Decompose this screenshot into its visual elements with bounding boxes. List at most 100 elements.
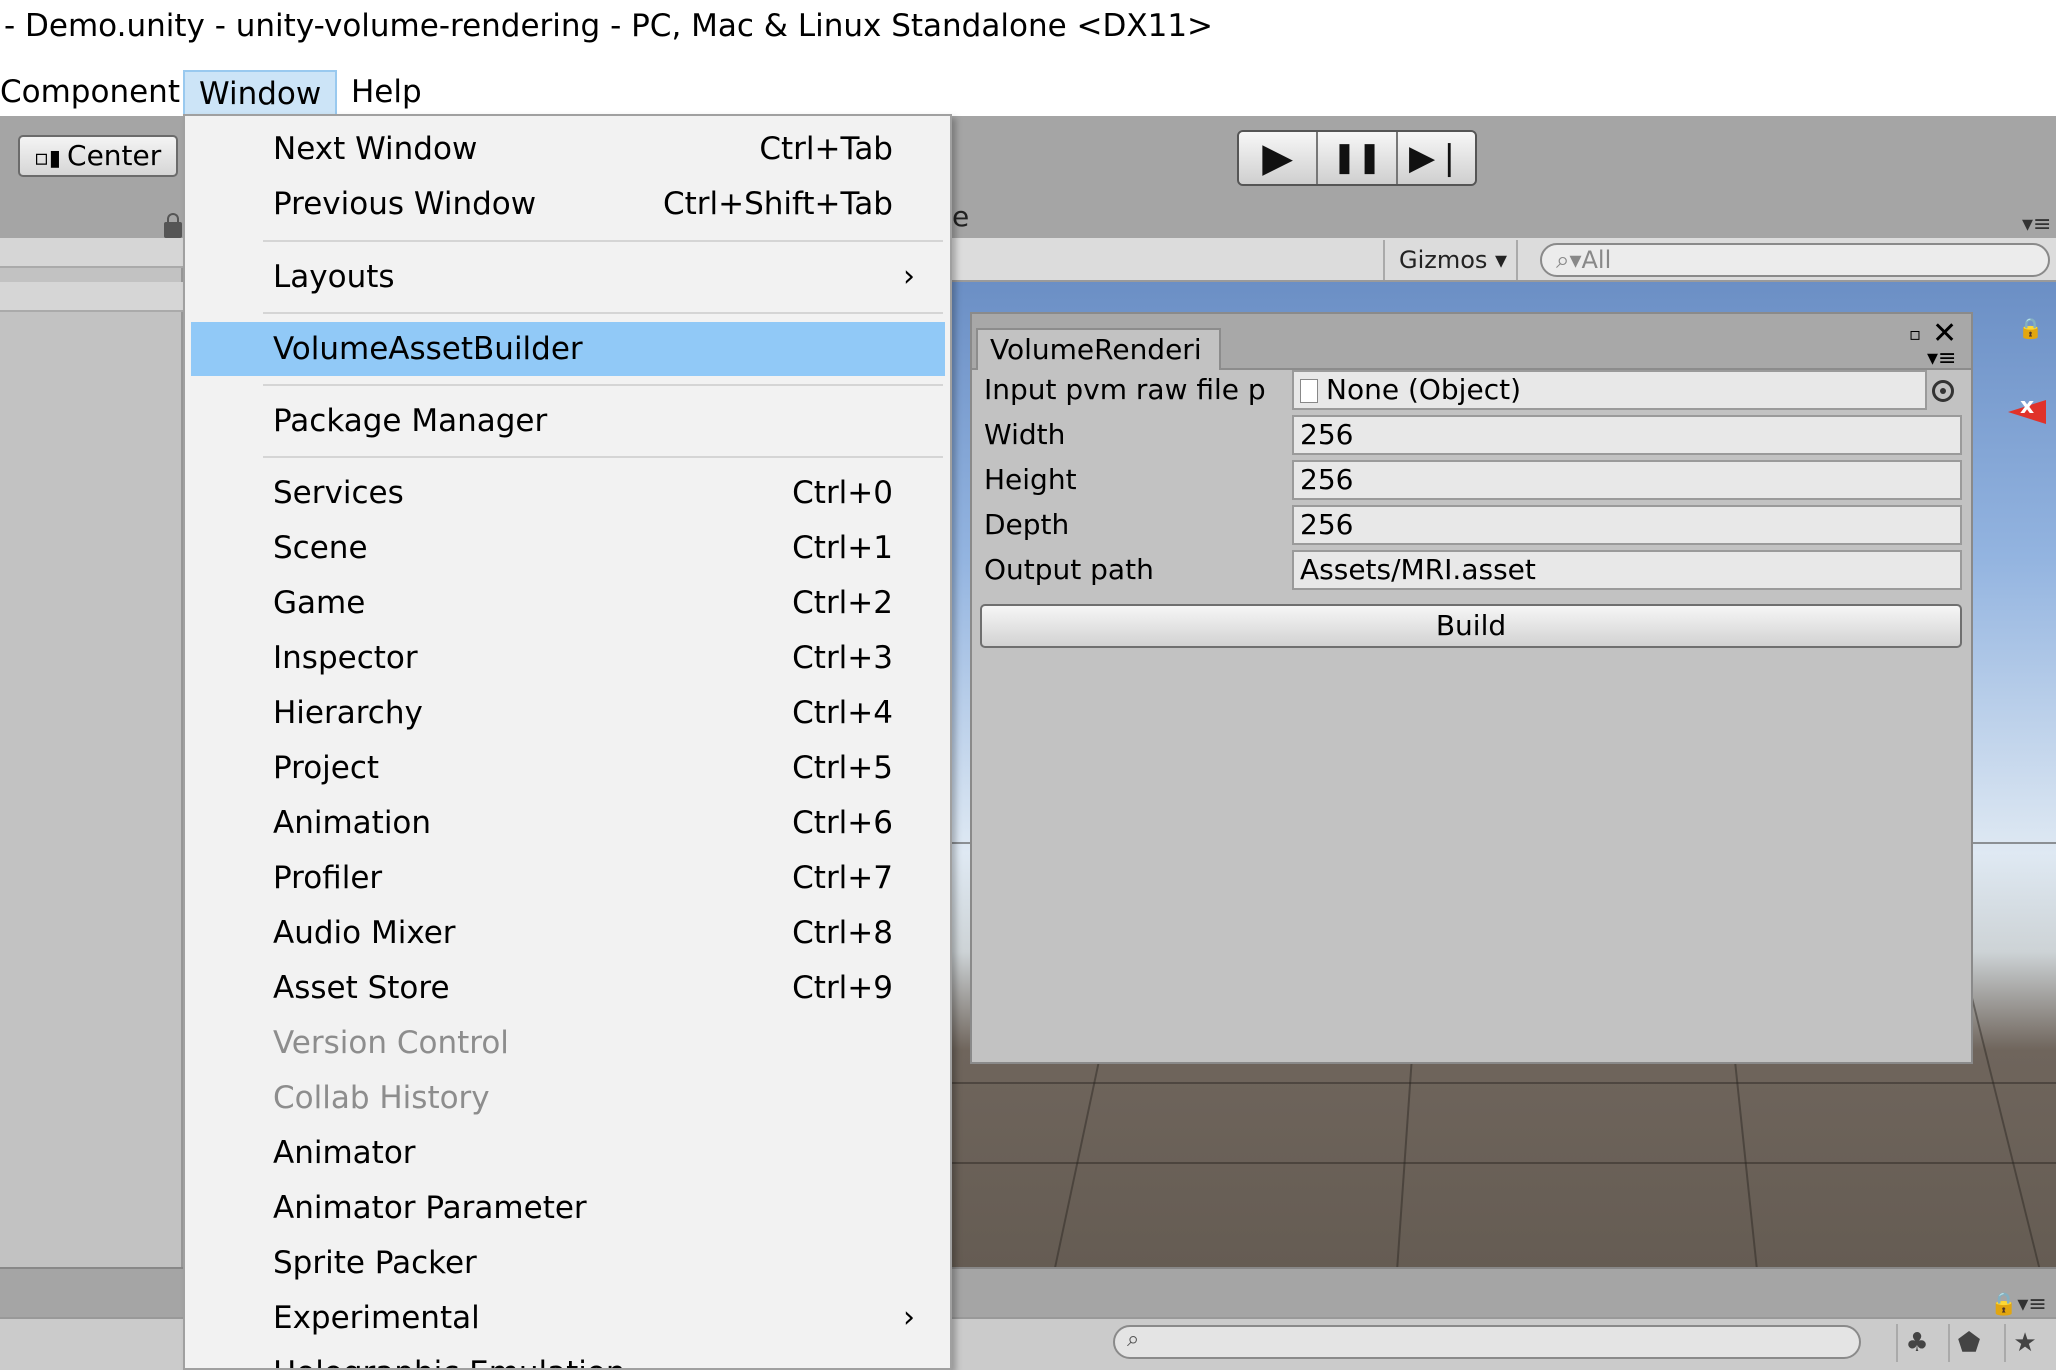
menu-item-shortcut: Ctrl+9: [792, 970, 893, 1006]
depth-field[interactable]: 256: [1292, 505, 1962, 545]
menu-item-layouts[interactable]: Layouts ›: [191, 250, 945, 304]
menu-item-label: Animator: [273, 1135, 416, 1171]
output-path-field[interactable]: Assets/MRI.asset: [1292, 550, 1962, 590]
play-button[interactable]: ▶: [1239, 132, 1319, 184]
search-icon: ⌕▾: [1556, 246, 1582, 274]
volume-asset-builder-window: VolumeRenderi ▫ ✕ ▾≡ Input pvm raw file …: [970, 312, 1973, 1064]
menu-item-shortcut: Ctrl+2: [792, 585, 893, 621]
menu-item-audio-mixer[interactable]: Audio Mixer Ctrl+8: [191, 906, 945, 960]
window-dropdown-menu: Next Window Ctrl+Tab Previous Window Ctr…: [183, 114, 952, 1370]
favorites-star-icon[interactable]: ★: [2004, 1324, 2044, 1362]
menu-item-shortcut: Ctrl+3: [792, 640, 893, 676]
menu-item-shortcut: Ctrl+1: [792, 530, 893, 566]
menu-item-animator[interactable]: Animator: [191, 1126, 945, 1180]
menu-item-animator-parameter[interactable]: Animator Parameter: [191, 1181, 945, 1235]
menu-component[interactable]: Component: [0, 70, 194, 116]
menu-item-label: Inspector: [273, 640, 418, 676]
menu-item-label: Layouts: [273, 259, 395, 295]
menu-item-sprite-packer[interactable]: Sprite Packer: [191, 1236, 945, 1290]
menu-item-previous-window[interactable]: Previous Window Ctrl+Shift+Tab: [191, 177, 945, 231]
menu-item-label: VolumeAssetBuilder: [273, 331, 583, 367]
menu-item-project[interactable]: Project Ctrl+5: [191, 741, 945, 795]
menu-item-label: Experimental: [273, 1300, 480, 1336]
submenu-arrow-icon: ›: [903, 259, 915, 294]
menu-item-services[interactable]: Services Ctrl+0: [191, 466, 945, 520]
menu-item-next-window[interactable]: Next Window Ctrl+Tab: [191, 122, 945, 176]
project-search-input[interactable]: ⌕: [1113, 1325, 1861, 1359]
menu-item-label: Holographic Emulation: [273, 1346, 626, 1368]
menu-window[interactable]: Window: [183, 70, 338, 116]
menu-separator: [263, 312, 943, 314]
menu-item-label: Services: [273, 475, 404, 511]
height-field[interactable]: 256: [1292, 460, 1962, 500]
menu-item-label: Package Manager: [273, 403, 548, 439]
scene-lock-icon[interactable]: 🔒: [2018, 316, 2043, 340]
input-file-label: Input pvm raw file p: [984, 373, 1266, 406]
window-menu-icon[interactable]: ▾≡: [1927, 346, 1956, 371]
menu-item-profiler[interactable]: Profiler Ctrl+7: [191, 851, 945, 905]
menu-item-package-manager[interactable]: Package Manager: [191, 394, 945, 448]
menu-item-label: Profiler: [273, 860, 383, 896]
menu-item-shortcut: Ctrl+Shift+Tab: [662, 186, 893, 222]
output-path-label: Output path: [984, 553, 1154, 586]
menu-item-label: Version Control: [273, 1025, 509, 1061]
menu-item-volume-asset-builder[interactable]: VolumeAssetBuilder: [191, 322, 945, 376]
menu-item-holographic-emulation[interactable]: Holographic Emulation: [191, 1346, 945, 1368]
menu-item-game[interactable]: Game Ctrl+2: [191, 576, 945, 630]
pause-button[interactable]: ❚❚: [1318, 132, 1398, 184]
grid-line: [952, 1082, 2056, 1084]
title-bar: - Demo.unity - unity-volume-rendering - …: [0, 0, 2056, 60]
step-button[interactable]: ▶❘: [1397, 132, 1475, 184]
menu-item-inspector[interactable]: Inspector Ctrl+3: [191, 631, 945, 685]
menu-item-shortcut: Ctrl+8: [792, 915, 893, 951]
hierarchy-row[interactable]: [0, 282, 183, 312]
menu-item-shortcut: Ctrl+4: [792, 695, 893, 731]
menu-separator: [263, 456, 943, 458]
width-label: Width: [984, 418, 1066, 451]
menu-item-label: Animation: [273, 805, 432, 841]
menu-item-shortcut: Ctrl+7: [792, 860, 893, 896]
scene-tab-partial[interactable]: e: [952, 200, 969, 233]
menu-item-label: Game: [273, 585, 366, 621]
menu-item-animation[interactable]: Animation Ctrl+6: [191, 796, 945, 850]
gizmo-x-label: x: [2020, 394, 2035, 419]
panel-menu-icon[interactable]: ▾≡: [2022, 212, 2051, 237]
scene-search-input[interactable]: ⌕▾All: [1540, 243, 2050, 277]
object-picker-icon[interactable]: [1932, 380, 1954, 402]
menu-item-label: Animator Parameter: [273, 1190, 587, 1226]
lock-icon[interactable]: [164, 213, 182, 238]
menu-item-label: Next Window: [273, 131, 478, 167]
menu-item-version-control: Version Control: [191, 1016, 945, 1070]
pivot-icon: ▫▮: [34, 146, 62, 171]
scene-search-placeholder: All: [1581, 246, 1612, 274]
filter-by-label-icon[interactable]: ⬟: [1948, 1324, 1988, 1362]
gizmos-dropdown[interactable]: Gizmos ▾: [1383, 240, 1518, 280]
pivot-label: Center: [67, 139, 162, 172]
menu-separator: [263, 240, 943, 242]
menu-item-label: Audio Mixer: [273, 915, 456, 951]
menu-item-experimental[interactable]: Experimental ›: [191, 1291, 945, 1345]
grid-line: [952, 1162, 2056, 1164]
tab-volume-rendering[interactable]: VolumeRenderi: [976, 328, 1221, 370]
pivot-center-toggle[interactable]: ▫▮ Center: [18, 135, 178, 177]
width-field[interactable]: 256: [1292, 415, 1962, 455]
menu-item-label: Scene: [273, 530, 368, 566]
project-tabbar: [0, 1267, 183, 1317]
menu-item-scene[interactable]: Scene Ctrl+1: [191, 521, 945, 575]
menu-item-shortcut: Ctrl+5: [792, 750, 893, 786]
menu-bar: Component Window Help: [0, 66, 2056, 118]
input-file-value: None (Object): [1326, 373, 1521, 406]
build-button[interactable]: Build: [980, 604, 1962, 648]
pause-icon: ❚❚: [1331, 140, 1383, 175]
menu-item-hierarchy[interactable]: Hierarchy Ctrl+4: [191, 686, 945, 740]
maximize-icon[interactable]: ▫: [1909, 324, 1921, 345]
menu-separator: [263, 384, 943, 386]
menu-item-label: Project: [273, 750, 380, 786]
menu-item-label: Asset Store: [273, 970, 450, 1006]
menu-item-label: Previous Window: [273, 186, 537, 222]
menu-item-asset-store[interactable]: Asset Store Ctrl+9: [191, 961, 945, 1015]
menu-help[interactable]: Help: [337, 70, 436, 116]
input-file-object-field[interactable]: None (Object): [1292, 370, 1927, 410]
filter-by-type-icon[interactable]: ♣: [1896, 1324, 1936, 1362]
bottom-lock-icon[interactable]: 🔒▾≡: [1990, 1292, 2047, 1317]
